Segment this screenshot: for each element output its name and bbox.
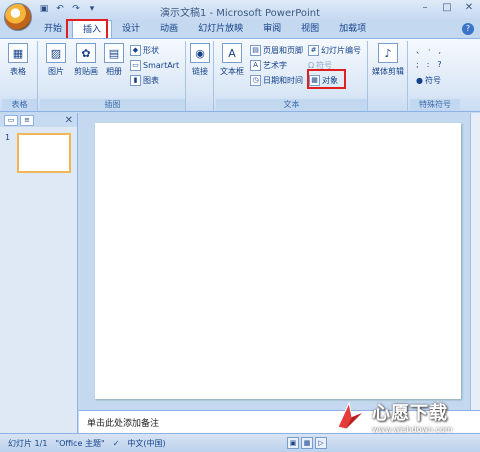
window-title: 演示文稿1 - Microsoft PowerPoint bbox=[159, 8, 321, 19]
media-clip-label: 媒体剪辑 bbox=[372, 67, 404, 76]
group-tables: ▦ 表格 表格 bbox=[2, 41, 38, 111]
picture-label: 图片 bbox=[48, 67, 64, 76]
chart-icon: ▮ bbox=[130, 75, 141, 86]
group-links: ◉ 链接 bbox=[188, 41, 214, 111]
object-button-highlight bbox=[307, 69, 346, 89]
wordart-button[interactable]: A 艺术字 bbox=[250, 60, 287, 71]
clipart-icon: ✿ bbox=[76, 43, 96, 63]
smartart-icon: ▭ bbox=[130, 60, 141, 71]
tab-animations[interactable]: 动画 bbox=[150, 20, 188, 38]
slide-thumb-number: 1 bbox=[5, 133, 11, 142]
view-buttons: ▣ ▦ ▷ bbox=[287, 437, 327, 449]
watermark-url: www.wishdown.com bbox=[372, 424, 453, 434]
tab-view[interactable]: 视图 bbox=[291, 20, 329, 38]
bullet-icon: ● bbox=[416, 76, 423, 85]
header-footer-icon: ▤ bbox=[250, 45, 261, 56]
normal-view-icon[interactable]: ▣ bbox=[287, 437, 299, 449]
watermark-brand: 心愿下载 bbox=[372, 402, 448, 424]
slide-canvas bbox=[79, 113, 470, 410]
slide-number-button[interactable]: # 幻灯片编号 bbox=[308, 45, 361, 56]
spellcheck-icon[interactable]: ✓ bbox=[113, 439, 120, 448]
office-button[interactable] bbox=[4, 3, 32, 31]
title-bar: ▣ ↶ ↷ ▾ 演示文稿1 - Microsoft PowerPoint – □… bbox=[0, 0, 480, 20]
wordart-icon: A bbox=[250, 60, 261, 71]
album-icon: ▤ bbox=[104, 43, 124, 63]
minimize-button[interactable]: – bbox=[418, 2, 432, 16]
header-footer-label: 页眉和页脚 bbox=[263, 46, 303, 55]
shapes-label: 形状 bbox=[143, 46, 159, 55]
shapes-button[interactable]: ◆ 形状 bbox=[130, 45, 159, 56]
link-button[interactable]: ◉ 链接 bbox=[190, 43, 210, 77]
close-button[interactable]: ✕ bbox=[462, 2, 476, 16]
picture-button[interactable]: ▨ 图片 bbox=[46, 43, 66, 77]
tab-design[interactable]: 设计 bbox=[112, 20, 150, 38]
textbox-button[interactable]: A 文本框 bbox=[220, 43, 244, 77]
vertical-scrollbar[interactable] bbox=[470, 113, 480, 410]
slideshow-view-icon[interactable]: ▷ bbox=[315, 437, 327, 449]
window-controls: – □ ✕ bbox=[418, 2, 476, 16]
language: 中文(中国) bbox=[127, 438, 166, 448]
clipart-button[interactable]: ✿ 剪贴画 bbox=[74, 43, 98, 77]
watermark-text: 心愿下载 www.wishdown.com bbox=[372, 399, 453, 434]
help-icon[interactable]: ? bbox=[462, 23, 474, 35]
slides-tab[interactable]: ▭ bbox=[4, 114, 18, 126]
slide-number-icon: # bbox=[308, 45, 319, 56]
group-media: ♪ 媒体剪辑 bbox=[370, 41, 408, 111]
special-symbol-button[interactable]: ● 符号 bbox=[416, 75, 441, 86]
slides-panel: ▭ ≡ ✕ 1 bbox=[0, 113, 78, 433]
punctuation-row-1[interactable]: 、·, bbox=[416, 45, 449, 56]
sorter-view-icon[interactable]: ▦ bbox=[301, 437, 313, 449]
wordart-label: 艺术字 bbox=[263, 61, 287, 70]
chart-button[interactable]: ▮ 图表 bbox=[130, 75, 159, 86]
datetime-button[interactable]: ◷ 日期和时间 bbox=[250, 75, 303, 86]
textbox-icon: A bbox=[222, 43, 242, 63]
album-label: 相册 bbox=[106, 67, 122, 76]
tab-addins[interactable]: 加载项 bbox=[329, 20, 376, 38]
table-button[interactable]: ▦ 表格 bbox=[8, 43, 28, 77]
chart-label: 图表 bbox=[143, 76, 159, 85]
speaker-icon: ♪ bbox=[378, 43, 398, 63]
picture-icon: ▨ bbox=[46, 43, 66, 63]
header-footer-button[interactable]: ▤ 页眉和页脚 bbox=[250, 45, 303, 56]
panel-tabs: ▭ ≡ ✕ bbox=[0, 113, 77, 127]
smartart-button[interactable]: ▭ SmartArt bbox=[130, 60, 179, 71]
slide-count: 幻灯片 1/1 bbox=[8, 438, 48, 448]
tab-slideshow[interactable]: 幻灯片放映 bbox=[188, 20, 253, 38]
slide[interactable] bbox=[95, 123, 461, 399]
album-button[interactable]: ▤ 相册 bbox=[104, 43, 124, 77]
slide-thumbnail[interactable] bbox=[17, 133, 71, 173]
maximize-button[interactable]: □ bbox=[440, 2, 454, 16]
punctuation-row-2[interactable]: ;:? bbox=[416, 60, 450, 69]
datetime-label: 日期和时间 bbox=[263, 76, 303, 85]
theme-name: "Office 主题" bbox=[55, 438, 105, 448]
panel-close-icon[interactable]: ✕ bbox=[65, 115, 73, 126]
slide-number-label: 幻灯片编号 bbox=[321, 46, 361, 55]
group-illustrations: ▨ 图片 ✿ 剪贴画 ▤ 相册 ◆ 形状 ▭ SmartArt ▮ 图表 插图 bbox=[40, 41, 186, 111]
link-label: 链接 bbox=[192, 67, 208, 76]
watermark: 心愿下载 www.wishdown.com bbox=[332, 392, 478, 440]
group-label-illustrations: 插图 bbox=[40, 99, 185, 111]
link-icon: ◉ bbox=[190, 43, 210, 63]
group-label-special: 特殊符号 bbox=[410, 99, 460, 111]
ribbon: ▦ 表格 表格 ▨ 图片 ✿ 剪贴画 ▤ 相册 ◆ 形状 ▭ SmartArt ▮ 图… bbox=[0, 38, 480, 112]
outline-tab[interactable]: ≡ bbox=[20, 114, 34, 126]
table-icon: ▦ bbox=[8, 43, 28, 63]
smartart-label: SmartArt bbox=[143, 61, 180, 70]
group-label-tables: 表格 bbox=[2, 99, 37, 111]
datetime-icon: ◷ bbox=[250, 75, 261, 86]
watermark-logo bbox=[332, 399, 366, 433]
clipart-label: 剪贴画 bbox=[74, 67, 98, 76]
special-symbol-label: 符号 bbox=[424, 76, 441, 85]
media-clip-button[interactable]: ♪ 媒体剪辑 bbox=[372, 43, 404, 77]
group-label-text: 文本 bbox=[216, 99, 367, 111]
shapes-icon: ◆ bbox=[130, 45, 141, 56]
table-label: 表格 bbox=[10, 67, 26, 76]
textbox-label: 文本框 bbox=[220, 67, 244, 76]
tab-review[interactable]: 审阅 bbox=[253, 20, 291, 38]
group-special-symbols: 、·, ;:? ● 符号 特殊符号 bbox=[410, 41, 460, 111]
